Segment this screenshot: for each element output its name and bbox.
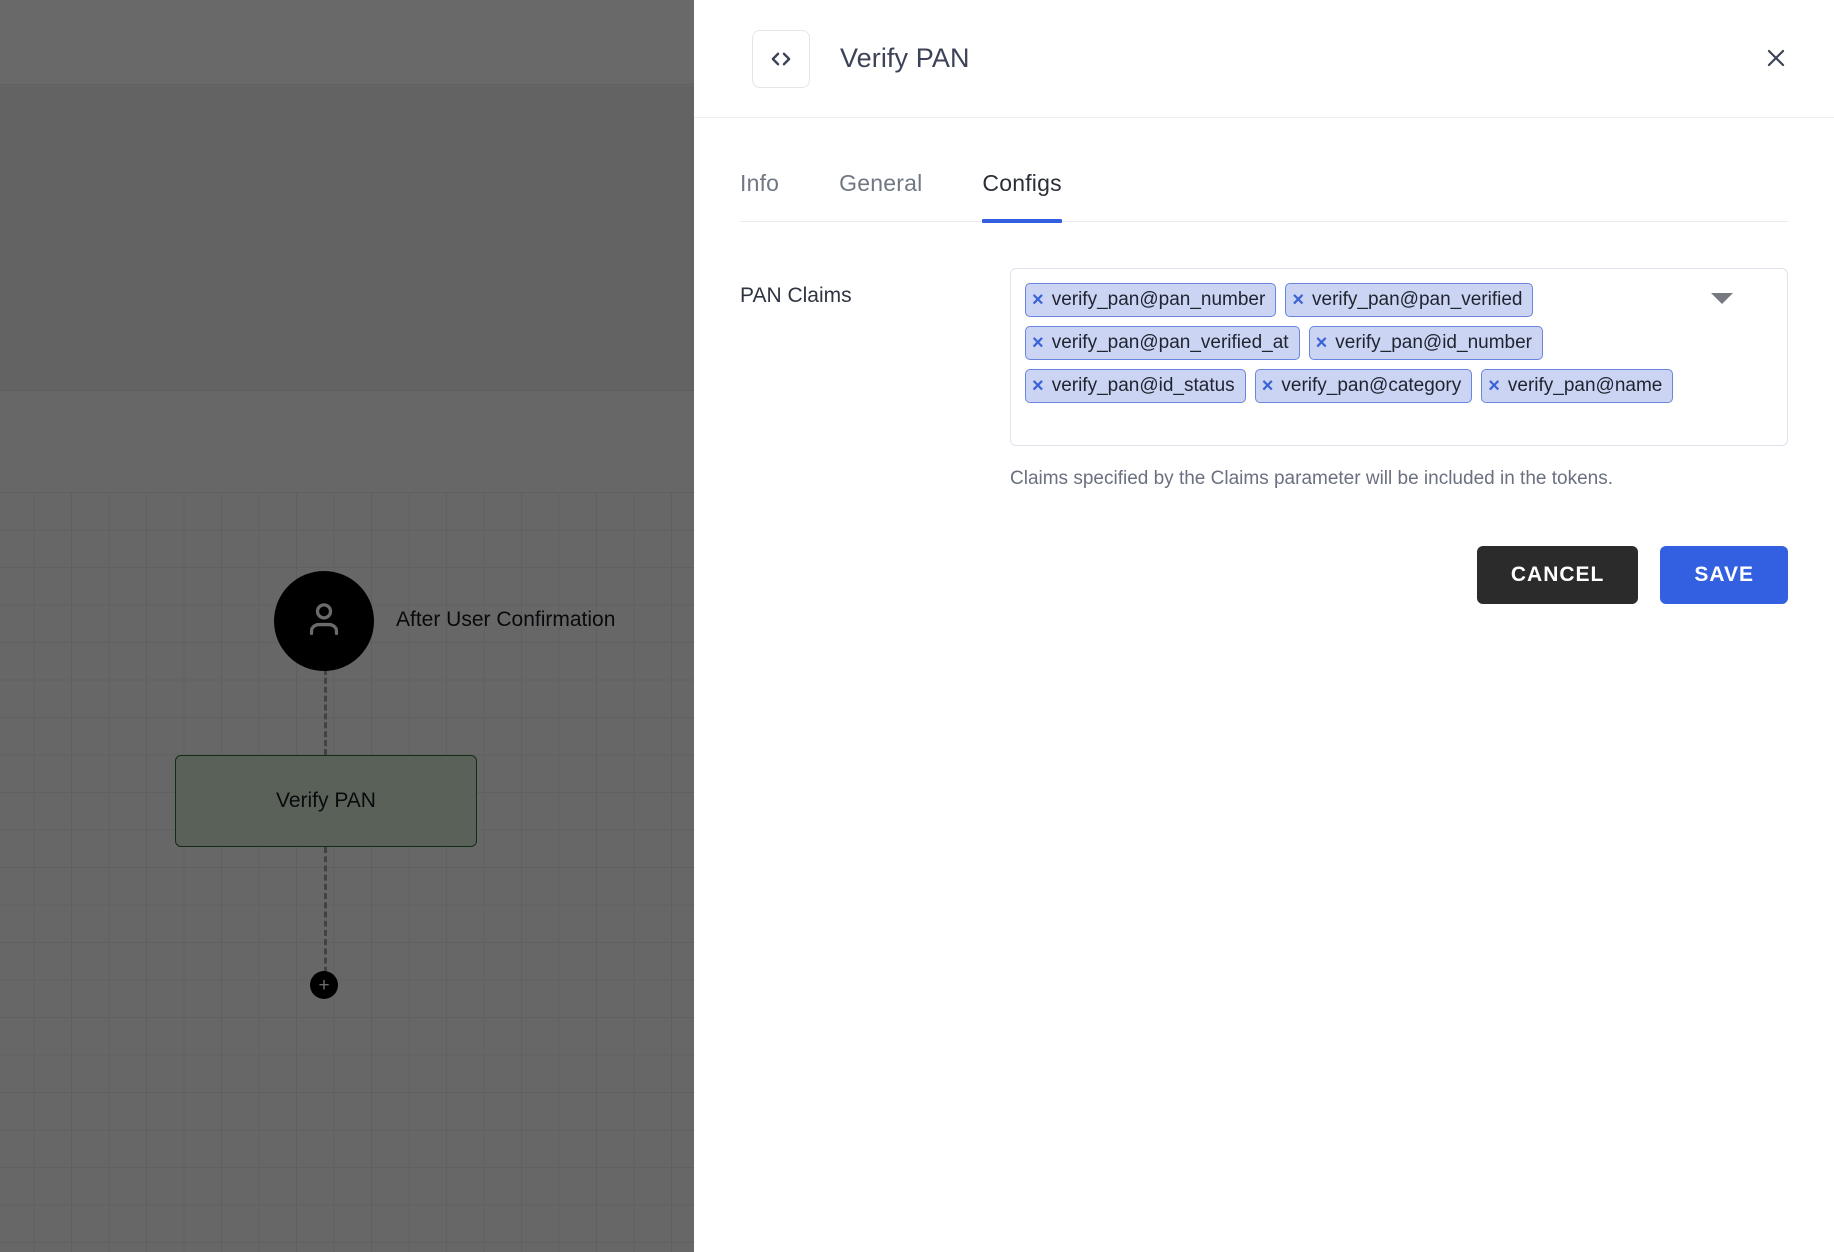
chip[interactable]: × verify_pan@pan_number — [1025, 283, 1277, 317]
flow-canvas[interactable]: After User Confirmation Verify PAN + — [0, 0, 694, 1252]
plus-icon: + — [318, 974, 330, 996]
chip-label: verify_pan@pan_verified_at — [1051, 332, 1289, 353]
close-icon — [1763, 45, 1789, 76]
flow-edge-top — [324, 660, 327, 755]
flow-start-node[interactable] — [274, 571, 374, 671]
flow-add-node-button[interactable]: + — [310, 971, 338, 999]
chip-label: verify_pan@id_status — [1051, 375, 1235, 396]
close-button[interactable] — [1756, 40, 1796, 80]
flow-edge-bottom — [324, 847, 327, 982]
tab-configs[interactable]: Configs — [982, 162, 1063, 223]
flow-task-node-label: Verify PAN — [276, 789, 376, 812]
chip[interactable]: × verify_pan@id_status — [1025, 369, 1246, 403]
chip[interactable]: × verify_pan@pan_verified_at — [1025, 326, 1300, 360]
chip-remove-icon[interactable]: × — [1032, 376, 1044, 396]
flow-start-node-label: After User Confirmation — [396, 608, 616, 631]
pan-claims-helper-text: Claims specified by the Claims parameter… — [1010, 468, 1613, 489]
chip[interactable]: × verify_pan@category — [1254, 369, 1473, 403]
verify-pan-drawer: Verify PAN Info General Configs PAN Clai… — [694, 0, 1834, 1252]
page-title: Verify PAN — [840, 43, 970, 73]
chip-label: verify_pan@pan_number — [1051, 289, 1266, 310]
chevron-down-icon[interactable] — [1711, 293, 1733, 304]
chip-label: verify_pan@id_number — [1335, 332, 1532, 353]
person-icon — [301, 596, 347, 647]
tab-info[interactable]: Info — [740, 162, 779, 221]
chip-remove-icon[interactable]: × — [1292, 290, 1304, 310]
pan-claims-control: × verify_pan@pan_number × verify_pan@pan… — [1010, 268, 1788, 604]
pan-claims-multiselect[interactable]: × verify_pan@pan_number × verify_pan@pan… — [1010, 268, 1788, 446]
chip-label: verify_pan@pan_verified — [1312, 289, 1523, 310]
app-root: After User Confirmation Verify PAN + Ver… — [0, 0, 1834, 1252]
form-actions: CANCEL SAVE — [1010, 546, 1788, 604]
chip-list: × verify_pan@pan_number × verify_pan@pan… — [1025, 283, 1717, 403]
drawer-header: Verify PAN — [694, 0, 1834, 118]
chip-remove-icon[interactable]: × — [1316, 333, 1328, 353]
chip-remove-icon[interactable]: × — [1262, 376, 1274, 396]
chip[interactable]: × verify_pan@pan_verified — [1285, 283, 1534, 317]
chip-label: verify_pan@category — [1281, 375, 1462, 396]
chip[interactable]: × verify_pan@name — [1481, 369, 1674, 403]
chip[interactable]: × verify_pan@id_number — [1308, 326, 1543, 360]
tab-general[interactable]: General — [839, 162, 922, 221]
tab-bar: Info General Configs — [740, 118, 1788, 223]
code-brackets-icon — [752, 29, 810, 88]
configs-form: PAN Claims × verify_pan@pan_number × ver… — [694, 222, 1834, 604]
pan-claims-label: PAN Claims — [740, 284, 852, 307]
chip-remove-icon[interactable]: × — [1488, 376, 1500, 396]
flow-task-node-verify-pan[interactable]: Verify PAN — [175, 755, 477, 847]
chip-remove-icon[interactable]: × — [1032, 333, 1044, 353]
pan-claims-field-row: PAN Claims × verify_pan@pan_number × ver… — [740, 268, 1788, 604]
chip-remove-icon[interactable]: × — [1032, 290, 1044, 310]
cancel-button[interactable]: CANCEL — [1476, 546, 1639, 604]
chip-label: verify_pan@name — [1507, 375, 1663, 396]
flow-layer: After User Confirmation Verify PAN + — [0, 0, 694, 1252]
save-button[interactable]: SAVE — [1660, 546, 1788, 604]
